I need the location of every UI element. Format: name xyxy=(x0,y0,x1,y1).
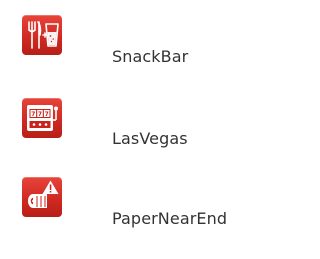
snackbar-icon xyxy=(22,15,62,55)
list-item-snackbar[interactable]: SnackBar xyxy=(0,0,271,70)
svg-text:7: 7 xyxy=(45,111,49,118)
slot-machine-icon: 7 7 7 xyxy=(22,98,62,138)
svg-text:7: 7 xyxy=(31,111,35,118)
paper-near-end-icon xyxy=(22,177,62,217)
snackbar-label: SnackBar xyxy=(112,47,189,66)
lasvegas-label: LasVegas xyxy=(112,129,188,148)
papernearend-label: PaperNearEnd xyxy=(112,209,228,228)
list-item-lasvegas[interactable]: 7 7 7 LasVegas xyxy=(0,85,271,155)
svg-text:7: 7 xyxy=(38,111,42,118)
list-item-papernearend[interactable]: PaperNearEnd xyxy=(0,165,271,235)
